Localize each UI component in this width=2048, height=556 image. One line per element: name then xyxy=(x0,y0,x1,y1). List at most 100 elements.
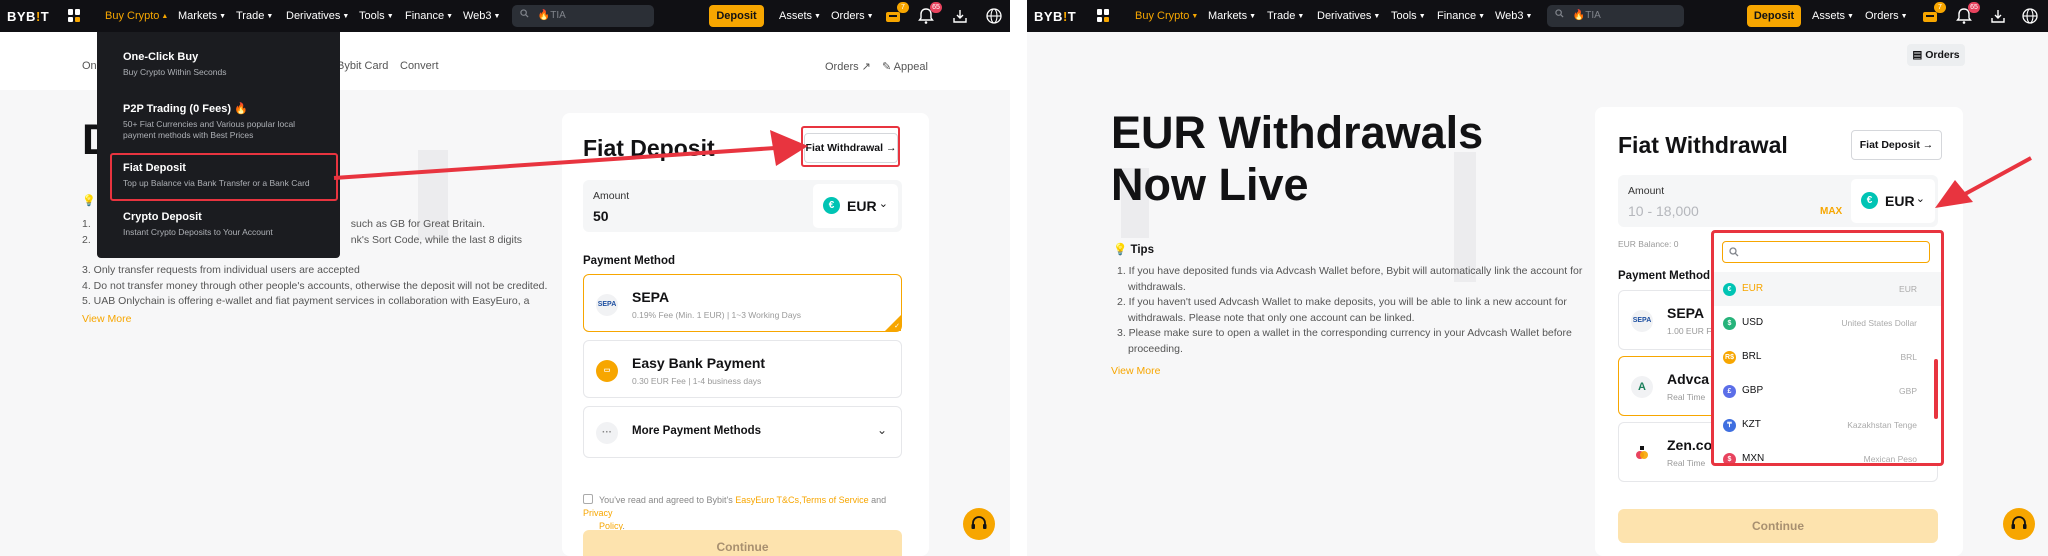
privacy-policy-link[interactable]: Privacy xyxy=(583,508,613,518)
euro-coin-icon: € xyxy=(823,197,840,214)
chevron-down-icon: ⌄ xyxy=(1915,193,1925,205)
amount-value[interactable]: 50 xyxy=(593,208,609,224)
payment-method-easy-bank[interactable]: ▭ Easy Bank Payment 0.30 EUR Fee | 1-4 b… xyxy=(583,340,902,398)
dollar-coin-icon: $ xyxy=(1723,317,1736,330)
subnav-convert[interactable]: Convert xyxy=(400,60,439,72)
payment-method-label: Payment Method xyxy=(583,255,676,267)
menu-crypto-deposit[interactable]: Crypto Deposit Instant Crypto Deposits t… xyxy=(123,211,273,238)
currency-option-gbp[interactable]: £ GBP GBP xyxy=(1714,374,1941,408)
tips-bulb-icon: 💡 xyxy=(82,195,96,207)
peso-coin-icon: $ xyxy=(1723,453,1736,463)
amount-input[interactable]: 10 - 18,000 xyxy=(1628,203,1699,219)
apps-grid-icon[interactable] xyxy=(68,9,81,22)
menu-p2p-trading[interactable]: P2P Trading (0 Fees) 🔥 50+ Fiat Currenci… xyxy=(123,102,295,141)
deposit-button[interactable]: Deposit xyxy=(709,5,764,27)
currency-code: EUR xyxy=(1885,193,1915,209)
notification-badge: 65 xyxy=(1968,2,1980,13)
nav-web3[interactable]: Web3 ▼ xyxy=(463,10,500,22)
nav-assets[interactable]: Assets ▼ xyxy=(1812,10,1854,22)
nav-finance[interactable]: Finance ▼ xyxy=(1437,10,1485,22)
gift-badge: 7 xyxy=(1934,2,1946,13)
nav-tools[interactable]: Tools ▼ xyxy=(359,10,394,22)
more-payment-methods[interactable]: ··· More Payment Methods ⌄ xyxy=(583,406,902,458)
selected-check-icon: ✓ xyxy=(885,315,901,331)
nav-buy-crypto[interactable]: Buy Crypto ▼ xyxy=(1135,10,1198,22)
bybit-logo[interactable]: BYB!T xyxy=(7,9,49,24)
search-input[interactable]: 🔥TIA xyxy=(512,5,654,27)
gift-badge: 7 xyxy=(897,2,909,13)
subnav-orders[interactable]: Orders ↗ xyxy=(825,60,871,73)
search-icon xyxy=(1555,9,1564,18)
currency-code: EUR xyxy=(847,198,877,214)
headset-icon xyxy=(971,516,987,529)
terms-of-service-link[interactable]: Terms of Service xyxy=(802,495,869,505)
bybit-logo[interactable]: BYB!T xyxy=(1034,9,1076,24)
nav-tools[interactable]: Tools ▼ xyxy=(1391,10,1426,22)
nav-finance[interactable]: Finance ▼ xyxy=(405,10,453,22)
currency-dropdown: € EUR EUR $ USD United States Dollar R$ … xyxy=(1711,230,1944,466)
amount-label: Amount xyxy=(1628,185,1665,197)
terms-checkbox[interactable] xyxy=(583,494,593,504)
payment-method-label: Payment Method xyxy=(1618,270,1711,282)
continue-button[interactable]: Continue xyxy=(1618,509,1938,543)
continue-button[interactable]: Continue xyxy=(583,530,902,556)
nav-derivatives[interactable]: Derivatives ▼ xyxy=(1317,10,1380,22)
dropdown-scrollbar[interactable] xyxy=(1934,359,1938,419)
currency-option-mxn[interactable]: $ MXN Mexican Peso xyxy=(1714,442,1941,463)
advcash-icon: A xyxy=(1631,376,1653,398)
nav-orders[interactable]: Orders ▼ xyxy=(831,10,874,22)
nav-orders[interactable]: Orders ▼ xyxy=(1865,10,1908,22)
currency-option-brl[interactable]: R$ BRL BRL xyxy=(1714,340,1941,374)
subnav-bybit-card[interactable]: Bybit Card xyxy=(337,60,388,72)
nav-derivatives[interactable]: Derivatives ▼ xyxy=(286,10,349,22)
search-input[interactable]: 🔥TIA xyxy=(1547,5,1684,27)
max-button[interactable]: MAX xyxy=(1820,206,1842,217)
globe-icon[interactable] xyxy=(985,7,1003,25)
tips-heading: 💡 Tips xyxy=(1113,244,1154,256)
currency-search-input[interactable] xyxy=(1722,241,1930,263)
apps-grid-icon[interactable] xyxy=(1097,9,1110,22)
nav-assets[interactable]: Assets ▼ xyxy=(779,10,821,22)
nav-buy-crypto[interactable]: Buy Crypto ▲ xyxy=(105,10,168,22)
more-dots-icon: ··· xyxy=(596,422,618,444)
globe-icon[interactable] xyxy=(2021,7,2039,25)
menu-one-click-buy[interactable]: One-Click Buy Buy Crypto Within Seconds xyxy=(123,51,226,78)
zen-icon xyxy=(1631,442,1653,464)
nav-web3[interactable]: Web3 ▼ xyxy=(1495,10,1532,22)
bank-card-icon: ▭ xyxy=(596,360,618,382)
download-icon[interactable] xyxy=(1989,7,2007,25)
bell-icon[interactable]: 65 xyxy=(1955,2,1980,25)
edit-icon: ✎ xyxy=(882,61,894,73)
currency-selector[interactable]: € EUR ⌄ xyxy=(813,184,898,228)
view-more-link[interactable]: View More xyxy=(1111,365,1160,377)
deposit-button[interactable]: Deposit xyxy=(1747,5,1801,27)
amount-field[interactable]: Amount 10 - 18,000 MAX € EUR ⌄ xyxy=(1618,175,1938,227)
download-icon[interactable] xyxy=(951,7,969,25)
screenshot-fiat-deposit: BYB!T Buy Crypto ▲ Markets ▼ Trade ▼ Deriva… xyxy=(0,0,1010,556)
gift-icon[interactable]: 7 xyxy=(1921,2,1946,25)
nav-markets[interactable]: Markets ▼ xyxy=(1208,10,1256,22)
support-chat-button[interactable] xyxy=(2003,508,2035,540)
currency-selector[interactable]: € EUR ⌄ xyxy=(1851,179,1935,223)
nav-trade[interactable]: Trade ▼ xyxy=(236,10,273,22)
card-title: Fiat Withdrawal xyxy=(1618,132,1788,158)
annotation-arrow xyxy=(1935,156,2032,208)
easyeuro-tcs-link[interactable]: EasyEuro T&Cs xyxy=(735,495,799,505)
gift-icon[interactable]: 7 xyxy=(884,2,909,25)
nav-markets[interactable]: Markets ▼ xyxy=(178,10,226,22)
orders-button[interactable]: ▤ Orders xyxy=(1907,44,1965,66)
search-icon xyxy=(520,9,529,18)
annotation-arrow xyxy=(333,130,808,180)
terms-agreement: You've read and agreed to Bybit's EasyEu… xyxy=(583,494,887,531)
currency-option-kzt[interactable]: ₸ KZT Kazakhstan Tenge xyxy=(1714,408,1941,442)
tenge-coin-icon: ₸ xyxy=(1723,419,1736,432)
subnav-appeal[interactable]: ✎ Appeal xyxy=(882,60,928,73)
chevron-down-icon: ⌄ xyxy=(878,198,888,210)
support-chat-button[interactable] xyxy=(963,508,995,540)
nav-trade[interactable]: Trade ▼ xyxy=(1267,10,1304,22)
bell-icon[interactable]: 65 xyxy=(917,2,942,25)
view-more-link[interactable]: View More xyxy=(82,313,131,325)
currency-option-eur[interactable]: € EUR EUR xyxy=(1714,272,1941,306)
payment-method-sepa[interactable]: SEPA SEPA 0.19% Fee (Min. 1 EUR) | 1~3 W… xyxy=(583,274,902,332)
currency-option-usd[interactable]: $ USD United States Dollar xyxy=(1714,306,1941,340)
